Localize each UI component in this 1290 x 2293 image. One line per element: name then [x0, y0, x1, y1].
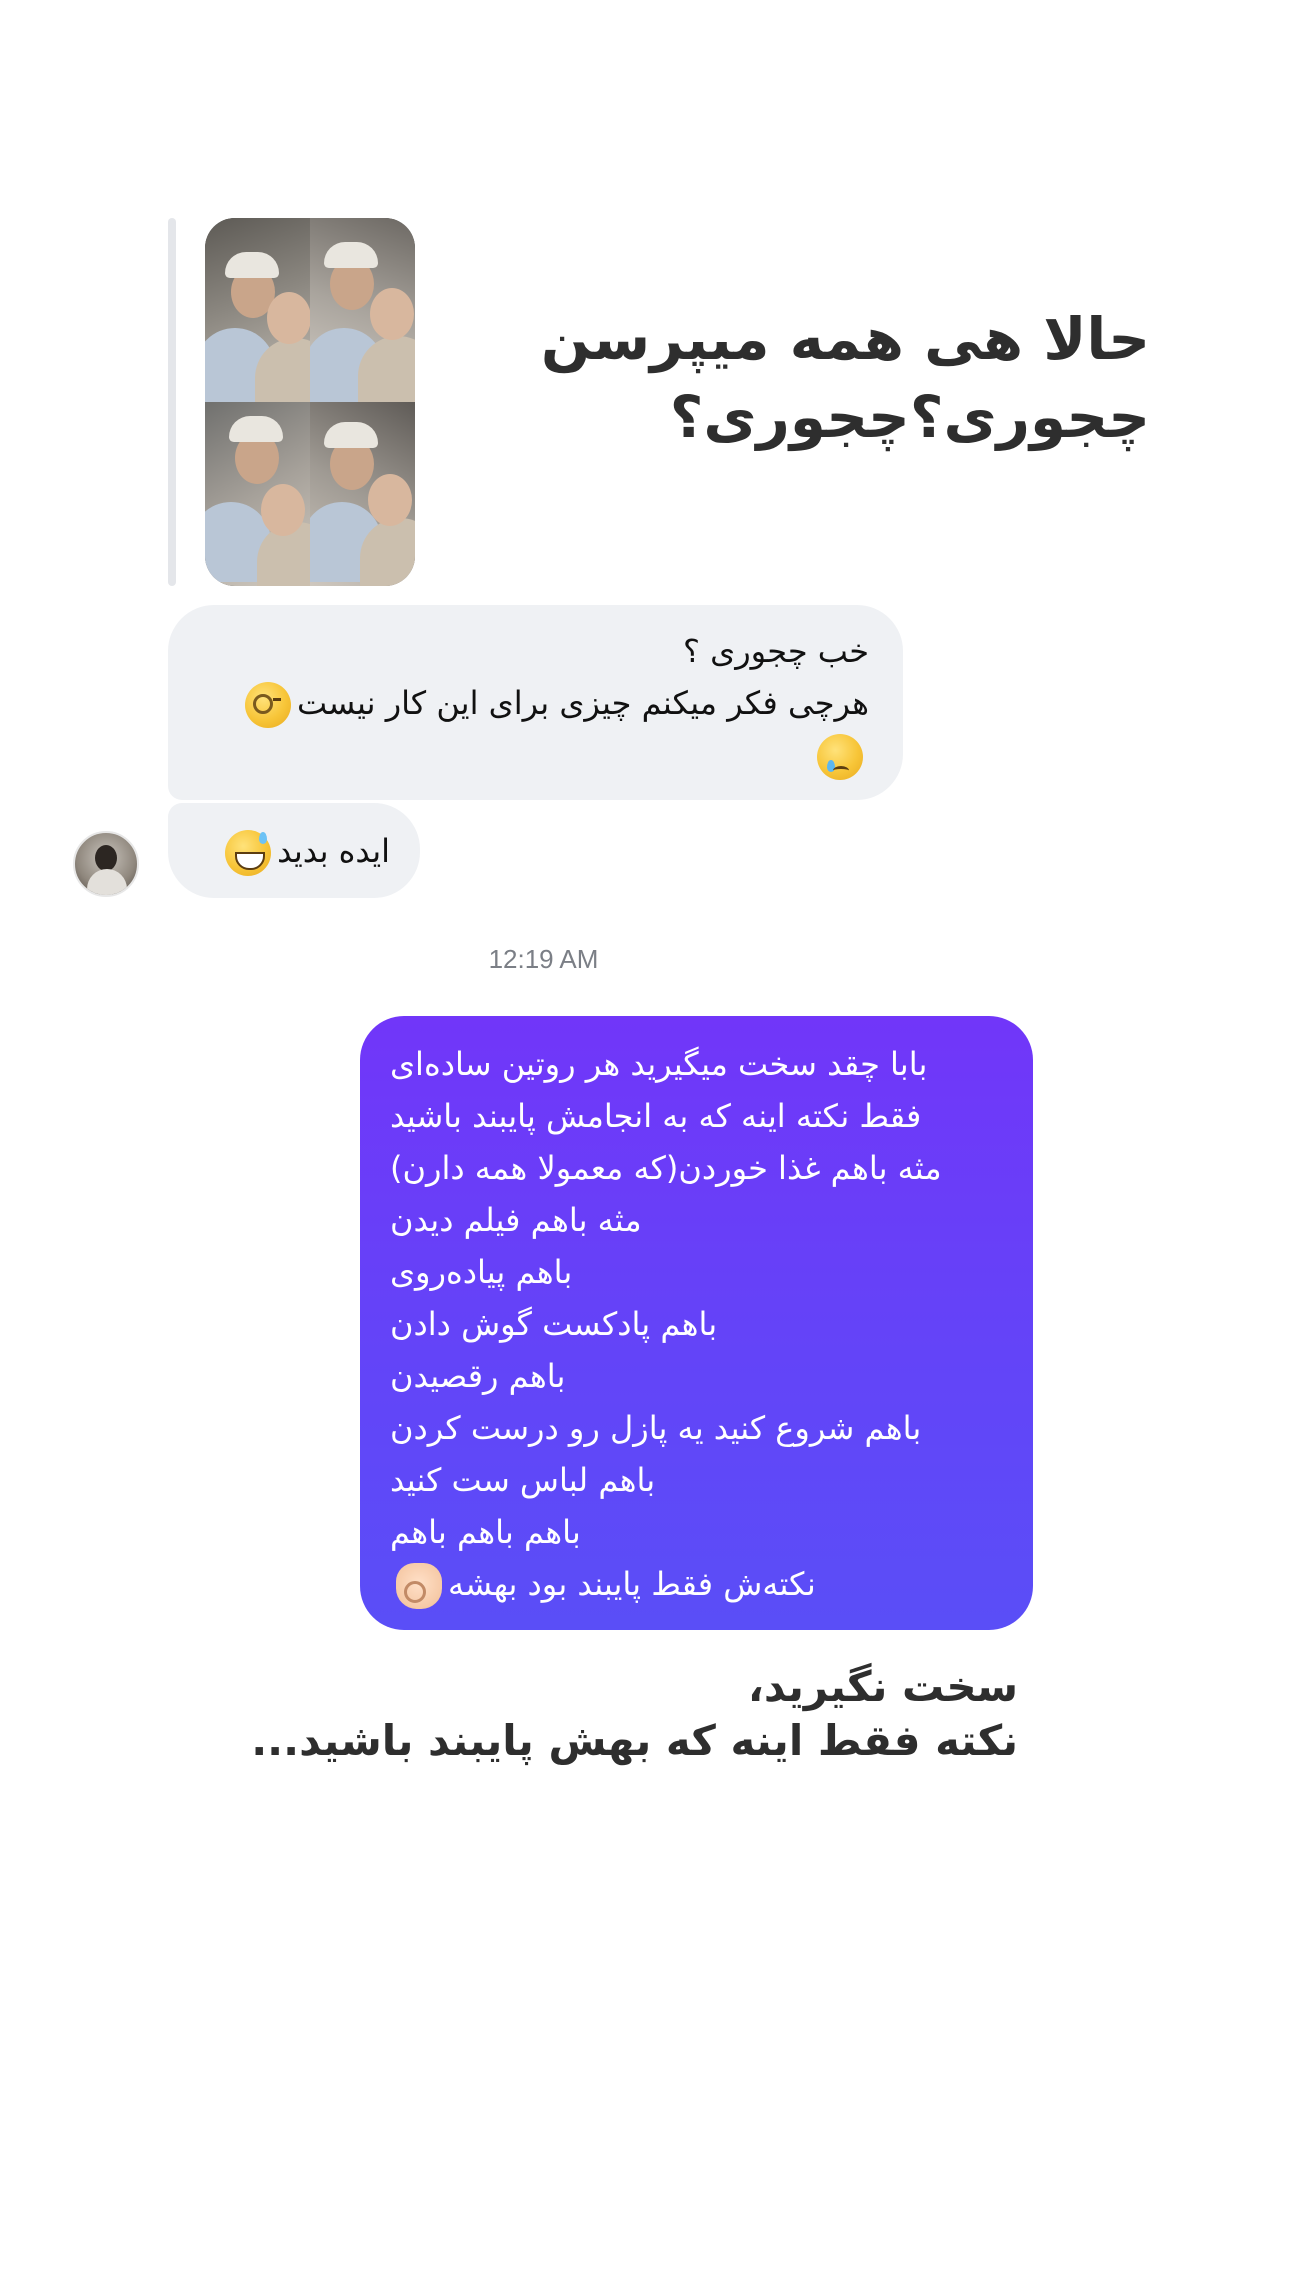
message-line-text: نکته‌ش فقط پایبند بود بهشه	[448, 1565, 816, 1603]
message-line: باهم باهم باهم	[390, 1513, 581, 1551]
ok-hand-emoji	[396, 1563, 442, 1609]
message-line-text: هرچی فکر میکنم چیزی برای این کار نیست	[297, 684, 869, 722]
story-photo-2	[310, 218, 415, 402]
message-line	[198, 729, 869, 781]
message-timestamp: 12:19 AM	[488, 944, 599, 974]
cap	[324, 242, 378, 268]
story-heading: حالا هی همه میپرسن چجوری؟چجوری؟	[540, 305, 1150, 451]
message-line: باهم شروع کنید یه پازل رو درست کردن	[390, 1409, 922, 1447]
message-line: باهم پادکست گوش دادن	[390, 1305, 718, 1343]
person-head	[267, 292, 310, 344]
story-bottom-caption: سخت نگیرید، نکته فقط اینه که بهش پایبند …	[118, 1660, 1018, 1768]
person-head	[370, 288, 414, 340]
incoming-message-bubble[interactable]: ایده بدید	[168, 803, 420, 898]
person-head	[261, 484, 305, 536]
message-line: باهم لباس ست کنید	[390, 1461, 656, 1499]
message-line: مثه باهم غذا خوردن(که معمولا همه دارن)	[390, 1149, 942, 1187]
message-line: خب چجوری ؟	[683, 632, 869, 670]
caption-line-2: نکته فقط اینه که بهش پایبند باشید...	[251, 1716, 1018, 1765]
story-photo-1	[205, 218, 310, 402]
cap	[229, 416, 283, 442]
message-line: بابا چقد سخت میگیرید هر روتین ساده‌ای	[390, 1045, 928, 1083]
message-line: مثه باهم فیلم دیدن	[390, 1201, 642, 1239]
story-photo-3	[205, 402, 310, 586]
message-line: فقط نکته اینه که به انجامش پایبند باشید	[390, 1097, 922, 1135]
crying-face-emoji	[817, 734, 863, 780]
story-thumbnail[interactable]	[205, 218, 415, 586]
sender-avatar[interactable]	[73, 831, 139, 897]
message-line: باهم رقصیدن	[390, 1357, 566, 1395]
cap	[324, 422, 378, 448]
person-head	[368, 474, 412, 526]
reply-reference-bar	[168, 218, 176, 586]
outgoing-message-bubble[interactable]: بابا چقد سخت میگیرید هر روتین ساده‌ای فق…	[360, 1016, 1033, 1630]
message-line-text: ایده بدید	[277, 832, 390, 870]
incoming-message-bubble[interactable]: خب چجوری ؟ هرچی فکر میکنم چیزی برای این …	[168, 605, 903, 800]
face-with-monocle-emoji	[245, 682, 291, 728]
message-line: نکته‌ش فقط پایبند بود بهشه	[390, 1558, 1003, 1610]
message-line: ایده بدید	[198, 825, 390, 877]
message-line: باهم پیاده‌روی	[390, 1253, 573, 1291]
caption-line-1: سخت نگیرید،	[747, 1662, 1018, 1711]
story-photo-4	[310, 402, 415, 586]
grinning-face-with-sweat-emoji	[225, 830, 272, 876]
message-line: هرچی فکر میکنم چیزی برای این کار نیست	[198, 677, 869, 729]
cap	[225, 252, 279, 278]
